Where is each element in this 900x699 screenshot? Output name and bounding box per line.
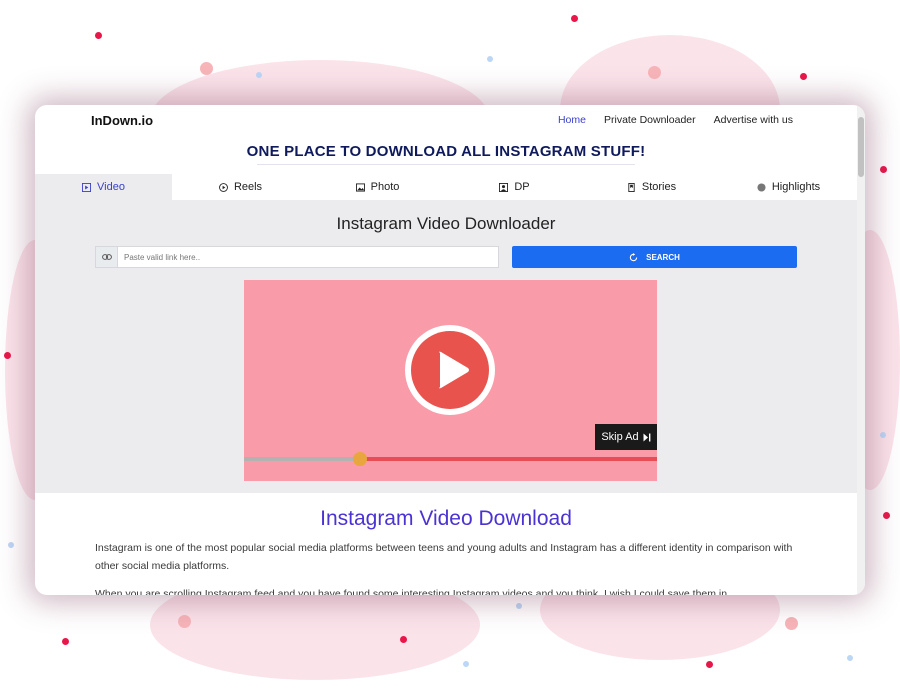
image-icon	[355, 182, 365, 192]
article-paragraph: When you are scrolling Instagram feed an…	[95, 588, 728, 595]
tab-stories[interactable]: Stories	[583, 174, 720, 200]
background-dot	[800, 73, 807, 80]
search-button[interactable]: SEARCH	[512, 246, 797, 268]
background-dot	[880, 166, 887, 173]
tab-label: Photo	[370, 181, 400, 193]
background-dot	[706, 661, 713, 668]
page-scrollbar[interactable]	[857, 105, 865, 595]
tab-dp[interactable]: DP	[446, 174, 583, 200]
page-headline: ONE PLACE TO DOWNLOAD ALL INSTAGRAM STUF…	[246, 143, 646, 160]
brand-logo[interactable]: InDown.io	[91, 113, 153, 128]
background-dot	[847, 655, 853, 661]
background-dot	[8, 542, 14, 548]
background-dot	[4, 352, 11, 359]
search-input-group	[95, 246, 499, 268]
refresh-icon	[629, 252, 638, 261]
tab-label: Reels	[233, 181, 263, 193]
background-dot	[785, 617, 798, 630]
ad-progress-played	[244, 457, 360, 461]
background-dot	[200, 62, 213, 75]
nav-link-private-downloader[interactable]: Private Downloader	[604, 114, 696, 126]
background-dot	[487, 56, 493, 62]
tab-highlights[interactable]: Highlights	[720, 174, 857, 200]
top-navbar: InDown.io Home Private Downloader Advert…	[35, 105, 857, 135]
background-dot	[62, 638, 69, 645]
background-dot	[178, 615, 191, 628]
tab-label: Highlights	[771, 181, 821, 193]
background-dot	[571, 15, 578, 22]
nav-link-advertise[interactable]: Advertise with us	[714, 114, 793, 126]
background-dot	[883, 512, 890, 519]
background-dot	[880, 432, 886, 438]
tab-photo[interactable]: Photo	[309, 174, 446, 200]
background-dot	[400, 636, 407, 643]
tab-label: Video	[97, 181, 125, 193]
article-paragraph: Instagram is one of the most popular soc…	[95, 542, 793, 572]
nav-link-home[interactable]: Home	[558, 114, 586, 126]
video-icon	[82, 182, 92, 192]
scrollbar-thumb[interactable]	[858, 117, 864, 177]
skip-next-icon	[643, 433, 651, 441]
background-dot	[95, 32, 102, 39]
play-circle-icon	[219, 182, 228, 192]
downloader-title: Instagram Video Downloader	[336, 214, 556, 233]
tab-label: DP	[514, 181, 530, 193]
play-button[interactable]	[405, 325, 495, 415]
background-dot	[516, 603, 522, 609]
ad-progress-bar[interactable]	[244, 452, 657, 466]
article-title: Instagram Video Download	[320, 507, 572, 530]
ad-progress-handle[interactable]	[352, 452, 367, 466]
skip-ad-label: Skip Ad	[601, 431, 639, 443]
tab-video[interactable]: Video	[35, 174, 172, 200]
tab-label: Stories	[641, 181, 677, 193]
play-icon	[439, 351, 469, 389]
circle-icon	[757, 182, 766, 192]
background-dot	[648, 66, 661, 79]
nav-links: Home Private Downloader Advertise with u…	[558, 114, 793, 126]
background-dot	[463, 661, 469, 667]
tab-reels[interactable]: Reels	[172, 174, 309, 200]
bookmark-icon	[628, 182, 635, 192]
search-button-label: SEARCH	[646, 252, 680, 262]
play-button-core	[411, 331, 489, 409]
background-dot	[256, 72, 262, 78]
downloader-panel: Instagram Video Downloader SEARCH Skip A…	[35, 200, 857, 493]
link-icon	[96, 247, 118, 267]
browser-window: InDown.io Home Private Downloader Advert…	[35, 105, 865, 595]
skip-ad-button[interactable]: Skip Ad	[595, 424, 657, 450]
headline-divider	[257, 164, 635, 165]
video-ad-player: Skip Ad	[244, 280, 657, 481]
link-input[interactable]	[118, 247, 498, 267]
downloader-tabs: Video Reels Photo DP Stories Highlights	[35, 174, 857, 200]
profile-icon	[499, 182, 509, 192]
